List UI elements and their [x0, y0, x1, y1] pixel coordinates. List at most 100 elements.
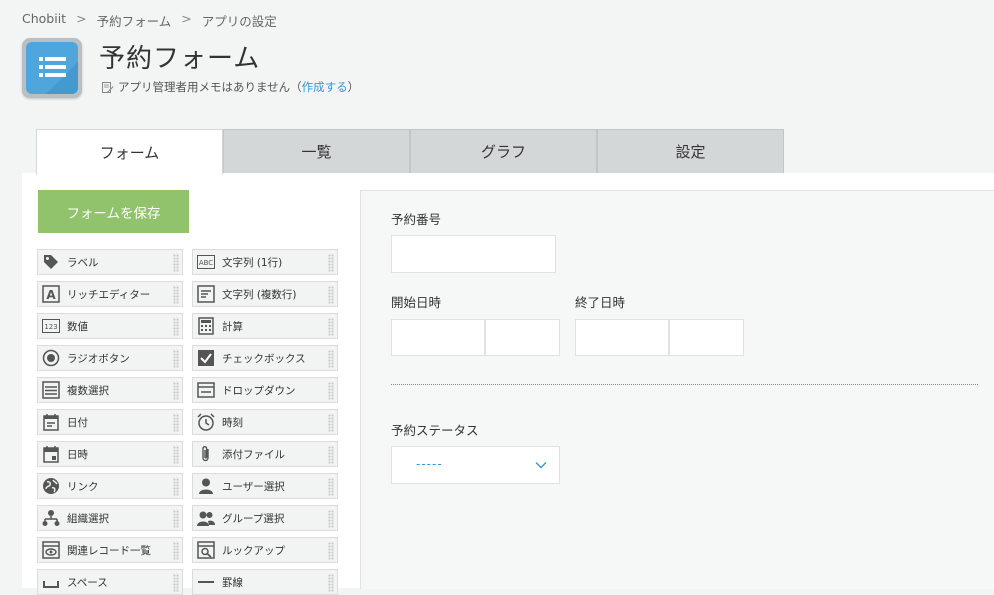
drag-handle[interactable] — [173, 542, 179, 560]
breadcrumb-separator: > — [76, 11, 87, 26]
drag-handle[interactable] — [328, 414, 334, 432]
drag-handle[interactable] — [173, 350, 179, 368]
page-title: 予約フォーム — [99, 44, 261, 74]
clock-icon — [196, 412, 216, 432]
drag-handle[interactable] — [328, 350, 334, 368]
breadcrumb-separator: > — [181, 11, 192, 26]
palette-item-link[interactable]: リンク — [37, 473, 183, 499]
form-divider-line — [391, 384, 978, 385]
svg-text:A: A — [46, 288, 56, 302]
reservation-status-dropdown[interactable]: ----- — [391, 446, 560, 484]
drag-handle[interactable] — [328, 478, 334, 496]
palette-item-calc[interactable]: 計算 — [192, 313, 338, 339]
drag-handle[interactable] — [328, 574, 334, 592]
palette-item-group-select[interactable]: グループ選択 — [192, 505, 338, 531]
breadcrumb-item-settings: アプリの設定 — [201, 14, 277, 29]
drag-handle[interactable] — [328, 318, 334, 336]
drag-handle[interactable] — [173, 254, 179, 272]
tag-icon — [41, 252, 61, 272]
create-memo-link[interactable]: 作成する — [302, 79, 348, 95]
drag-handle[interactable] — [328, 382, 334, 400]
palette-item-rich-editor[interactable]: A リッチエディター — [37, 281, 183, 307]
end-date-input[interactable] — [575, 319, 669, 356]
palette-item-dropdown[interactable]: ドロップダウン — [192, 377, 338, 403]
date-icon — [41, 412, 61, 432]
palette-item-radio[interactable]: ラジオボタン — [37, 345, 183, 371]
related-records-icon — [41, 540, 61, 560]
drag-handle[interactable] — [173, 574, 179, 592]
tab-form[interactable]: フォーム — [36, 129, 223, 175]
palette-item-datetime[interactable]: 日時 — [37, 441, 183, 467]
user-icon — [196, 476, 216, 496]
globe-icon — [41, 476, 61, 496]
svg-text:ABC: ABC — [199, 259, 213, 267]
palette-item-time[interactable]: 時刻 — [192, 409, 338, 435]
app-icon — [22, 38, 82, 98]
list-icon — [39, 57, 78, 94]
app-memo: アプリ管理者用メモはありません（ 作成する ） — [101, 79, 359, 95]
checkbox-icon — [196, 348, 216, 368]
palette-item-space[interactable]: スペース — [37, 569, 183, 595]
drag-handle[interactable] — [328, 510, 334, 528]
palette-item-multi-line[interactable]: 文字列 (複数行) — [192, 281, 338, 307]
drag-handle[interactable] — [328, 286, 334, 304]
datetime-icon — [41, 444, 61, 464]
memo-text-end: ） — [347, 80, 360, 94]
drag-handle[interactable] — [173, 446, 179, 464]
palette-item-checkbox[interactable]: チェックボックス — [192, 345, 338, 371]
palette-item-org-select[interactable]: 組織選択 — [37, 505, 183, 531]
palette-item-multi-select[interactable]: 複数選択 — [37, 377, 183, 403]
abc-icon: ABC — [196, 252, 216, 272]
end-time-input[interactable] — [669, 319, 744, 356]
chevron-down-icon — [535, 462, 547, 469]
field-label-reservation-status: 予約ステータス — [391, 423, 479, 438]
breadcrumb: Chobiit > 予約フォーム > アプリの設定 — [22, 11, 277, 30]
field-label-reservation-number: 予約番号 — [391, 212, 442, 227]
palette-item-related-records[interactable]: 関連レコード一覧 — [37, 537, 183, 563]
svg-text:123: 123 — [44, 323, 57, 331]
drag-handle[interactable] — [173, 478, 179, 496]
drag-handle[interactable] — [328, 254, 334, 272]
drag-handle[interactable] — [328, 542, 334, 560]
multiline-text-icon — [196, 284, 216, 304]
palette-item-lookup[interactable]: ルックアップ — [192, 537, 338, 563]
calculator-icon — [196, 316, 216, 336]
start-time-input[interactable] — [485, 319, 560, 356]
palette-item-single-line[interactable]: ABC 文字列 (1行) — [192, 249, 338, 275]
start-date-input[interactable] — [391, 319, 485, 356]
field-label-start-datetime: 開始日時 — [391, 295, 442, 310]
palette-item-attachment[interactable]: 添付ファイル — [192, 441, 338, 467]
memo-text: アプリ管理者用メモはありません（ — [118, 80, 302, 94]
palette-item-label[interactable]: ラベル — [37, 249, 183, 275]
dropdown-icon — [196, 380, 216, 400]
space-icon — [41, 572, 61, 592]
radio-icon — [41, 348, 61, 368]
palette-item-date[interactable]: 日付 — [37, 409, 183, 435]
org-icon — [41, 508, 61, 528]
drag-handle[interactable] — [173, 382, 179, 400]
tab-graph[interactable]: グラフ — [410, 129, 597, 173]
palette-item-line[interactable]: 罫線 — [192, 569, 338, 595]
line-icon — [196, 572, 216, 592]
tab-list[interactable]: 一覧 — [223, 129, 410, 173]
drag-handle[interactable] — [173, 286, 179, 304]
field-label-end-datetime: 終了日時 — [575, 295, 626, 310]
breadcrumb-item-app[interactable]: 予約フォーム — [97, 11, 172, 30]
save-form-button[interactable]: フォームを保存 — [38, 190, 189, 233]
drag-handle[interactable] — [173, 414, 179, 432]
breadcrumb-item-chobiit[interactable]: Chobiit — [22, 11, 66, 30]
drag-handle[interactable] — [173, 510, 179, 528]
group-icon — [196, 508, 216, 528]
reservation-number-input[interactable] — [391, 235, 556, 273]
drag-handle[interactable] — [328, 446, 334, 464]
palette-item-number[interactable]: 123 数値 — [37, 313, 183, 339]
dropdown-value: ----- — [416, 457, 443, 471]
drag-handle[interactable] — [173, 318, 179, 336]
tab-settings[interactable]: 設定 — [597, 129, 784, 173]
lookup-icon — [196, 540, 216, 560]
multi-select-icon — [41, 380, 61, 400]
rich-text-icon: A — [41, 284, 61, 304]
palette-item-user-select[interactable]: ユーザー選択 — [192, 473, 338, 499]
memo-edit-icon — [102, 81, 114, 93]
settings-tabs: フォーム 一覧 グラフ 設定 — [36, 129, 784, 175]
